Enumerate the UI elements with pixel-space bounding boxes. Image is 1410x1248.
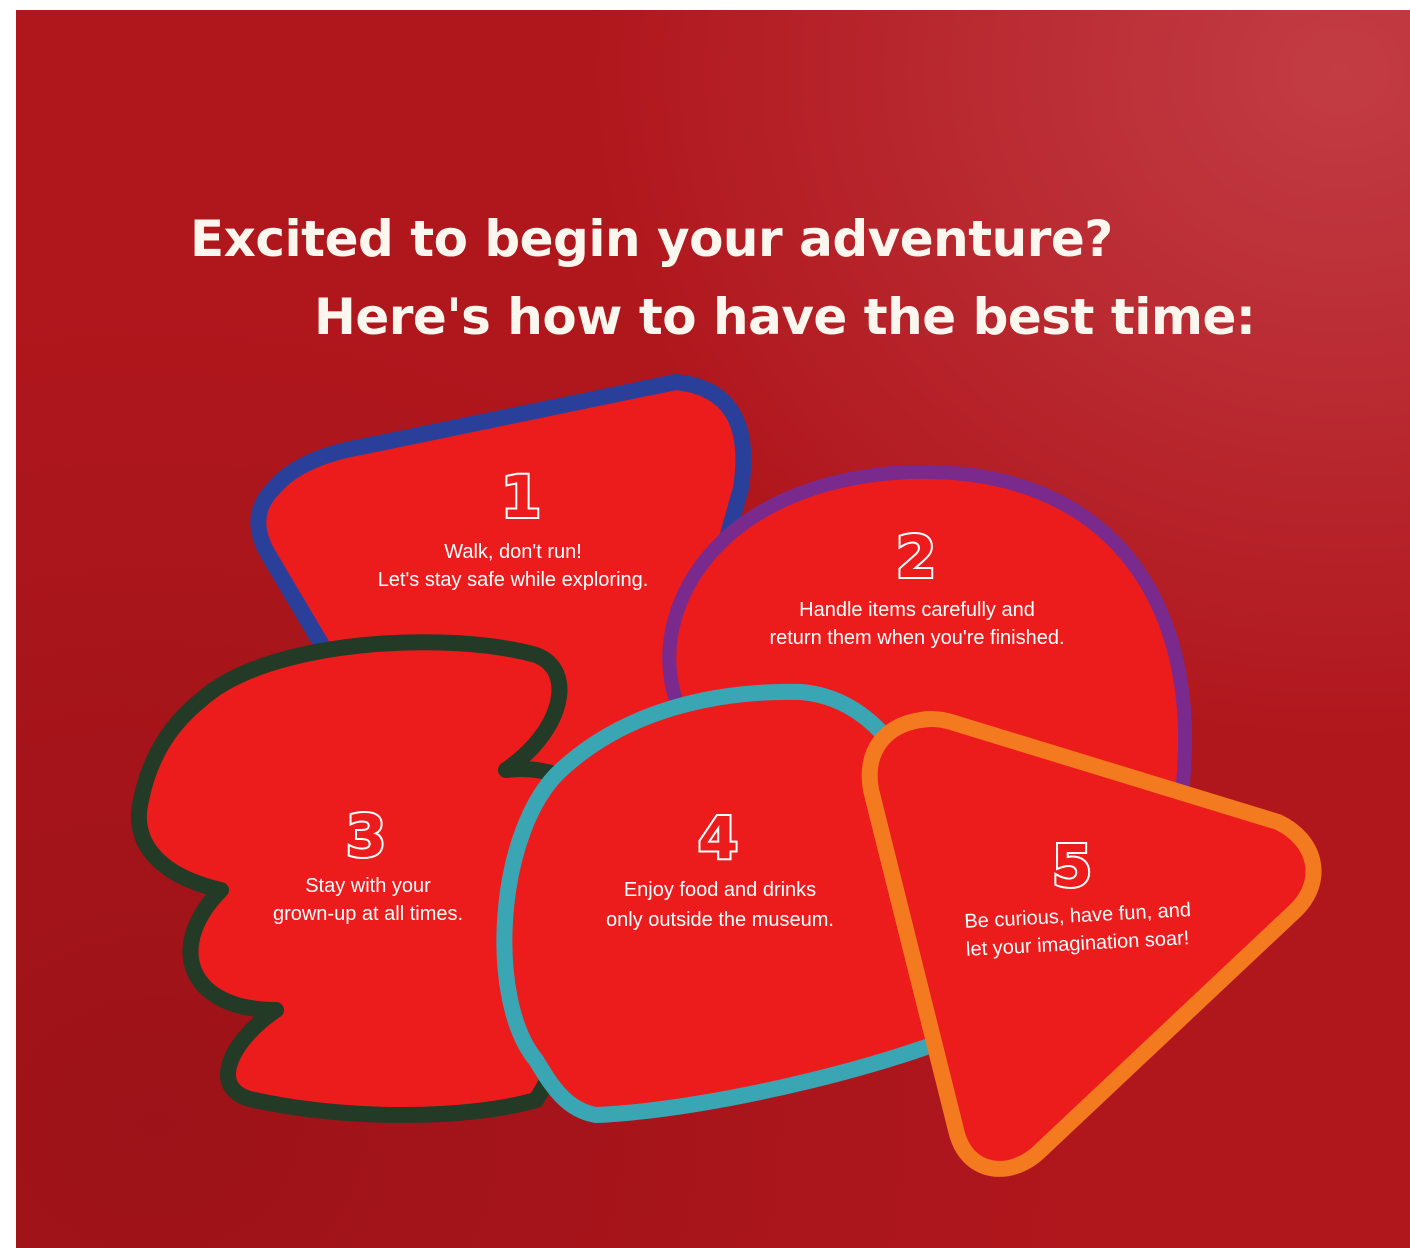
- rule-5-shape: 5 Be curious, have fun, and let your ima…: [861, 710, 1322, 1177]
- red-wall: Excited to begin your adventure? Here's …: [16, 10, 1410, 1248]
- rule-shapes: 1 Walk, don't run! Let's stay safe while…: [130, 374, 1322, 1177]
- rule-3-text-line-2: grown-up at all times.: [273, 903, 463, 925]
- rule-2-text-line-1: Handle items carefully and: [799, 599, 1035, 621]
- rule-3-number: 3: [346, 802, 386, 870]
- rule-5-number: 5: [1052, 832, 1092, 900]
- rule-3-text-line-1: Stay with your: [305, 875, 431, 897]
- rule-4-text-line-1: Enjoy food and drinks: [624, 879, 816, 901]
- rule-4-text-line-2: only outside the museum.: [606, 909, 834, 931]
- rule-1-number: 1: [501, 463, 541, 531]
- rule-2-number: 2: [896, 523, 936, 591]
- rule-4-number: 4: [698, 804, 738, 872]
- rule-1-text-line-2: Let's stay safe while exploring.: [378, 569, 649, 591]
- rule-1-text-line-1: Walk, don't run!: [444, 541, 582, 563]
- rule-2-text-line-2: return them when you're finished.: [769, 627, 1064, 649]
